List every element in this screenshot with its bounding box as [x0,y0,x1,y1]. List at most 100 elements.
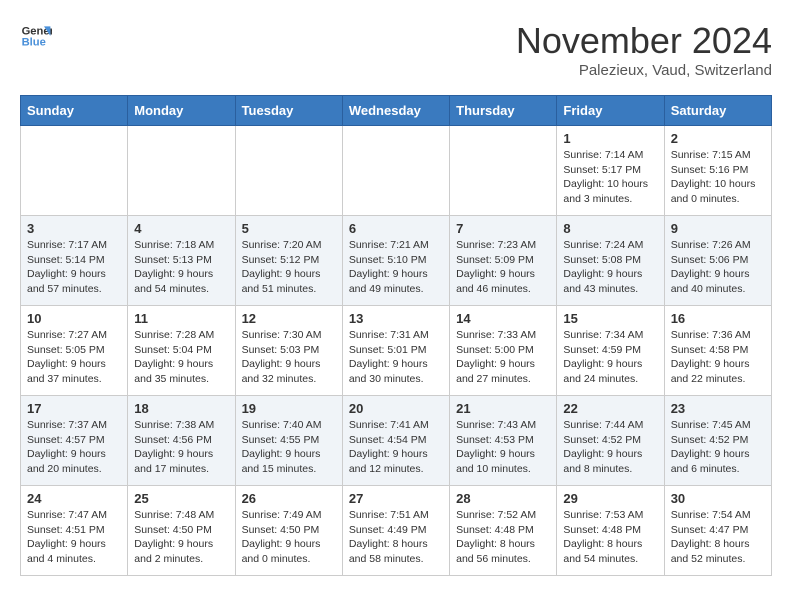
day-cell: 11 Sunrise: 7:28 AM Sunset: 5:04 PM Dayli… [128,306,235,396]
week-row-5: 24 Sunrise: 7:47 AM Sunset: 4:51 PM Dayli… [21,486,772,576]
day-info: Sunrise: 7:47 AM Sunset: 4:51 PM Dayligh… [27,508,121,567]
day-cell [128,126,235,216]
day-info: Sunrise: 7:24 AM Sunset: 5:08 PM Dayligh… [563,238,657,297]
day-info: Sunrise: 7:48 AM Sunset: 4:50 PM Dayligh… [134,508,228,567]
day-number: 23 [671,401,765,416]
title-area: November 2024 Palezieux, Vaud, Switzerla… [516,20,772,79]
header: General Blue November 2024 Palezieux, Va… [20,20,772,79]
day-cell: 12 Sunrise: 7:30 AM Sunset: 5:03 PM Dayli… [235,306,342,396]
day-number: 10 [27,311,121,326]
day-info: Sunrise: 7:45 AM Sunset: 4:52 PM Dayligh… [671,418,765,477]
day-info: Sunrise: 7:43 AM Sunset: 4:53 PM Dayligh… [456,418,550,477]
header-cell-monday: Monday [128,96,235,126]
day-cell: 18 Sunrise: 7:38 AM Sunset: 4:56 PM Dayli… [128,396,235,486]
week-row-2: 3 Sunrise: 7:17 AM Sunset: 5:14 PM Daylig… [21,216,772,306]
day-cell: 19Sunrise: 7:40 AM Sunset: 4:55 PM Dayli… [235,396,342,486]
day-number: 2 [671,131,765,146]
day-number: 12 [242,311,336,326]
header-cell-friday: Friday [557,96,664,126]
day-number: 30 [671,491,765,506]
day-cell: 7 Sunrise: 7:23 AM Sunset: 5:09 PM Daylig… [450,216,557,306]
day-cell: 5 Sunrise: 7:20 AM Sunset: 5:12 PM Daylig… [235,216,342,306]
day-info: Sunrise: 7:37 AM Sunset: 4:57 PM Dayligh… [27,418,121,477]
day-cell: 20 Sunrise: 7:41 AM Sunset: 4:54 PM Dayli… [342,396,449,486]
day-cell: 6 Sunrise: 7:21 AM Sunset: 5:10 PM Daylig… [342,216,449,306]
month-title: November 2024 [516,20,772,62]
day-number: 29 [563,491,657,506]
day-number: 20 [349,401,443,416]
day-cell: 25 Sunrise: 7:48 AM Sunset: 4:50 PM Dayli… [128,486,235,576]
day-cell: 21 Sunrise: 7:43 AM Sunset: 4:53 PM Dayli… [450,396,557,486]
logo-icon: General Blue [20,20,52,52]
header-cell-tuesday: Tuesday [235,96,342,126]
day-info: Sunrise: 7:30 AM Sunset: 5:03 PM Dayligh… [242,328,336,387]
day-cell: 3 Sunrise: 7:17 AM Sunset: 5:14 PM Daylig… [21,216,128,306]
header-cell-wednesday: Wednesday [342,96,449,126]
day-info: Sunrise: 7:20 AM Sunset: 5:12 PM Dayligh… [242,238,336,297]
day-cell: 10Sunrise: 7:27 AM Sunset: 5:05 PM Dayli… [21,306,128,396]
day-info: Sunrise: 7:23 AM Sunset: 5:09 PM Dayligh… [456,238,550,297]
calendar-table: SundayMondayTuesdayWednesdayThursdayFrid… [20,95,772,576]
day-number: 13 [349,311,443,326]
day-number: 9 [671,221,765,236]
day-info: Sunrise: 7:21 AM Sunset: 5:10 PM Dayligh… [349,238,443,297]
day-number: 1 [563,131,657,146]
day-cell: 27Sunrise: 7:51 AM Sunset: 4:49 PM Dayli… [342,486,449,576]
day-number: 14 [456,311,550,326]
header-cell-thursday: Thursday [450,96,557,126]
day-number: 17 [27,401,121,416]
svg-text:Blue: Blue [22,37,46,49]
day-cell: 17 Sunrise: 7:37 AM Sunset: 4:57 PM Dayli… [21,396,128,486]
day-number: 19 [242,401,336,416]
day-number: 11 [134,311,228,326]
day-number: 3 [27,221,121,236]
location: Palezieux, Vaud, Switzerland [516,62,772,79]
day-info: Sunrise: 7:41 AM Sunset: 4:54 PM Dayligh… [349,418,443,477]
header-row: SundayMondayTuesdayWednesdayThursdayFrid… [21,96,772,126]
day-number: 25 [134,491,228,506]
day-info: Sunrise: 7:53 AM Sunset: 4:48 PM Dayligh… [563,508,657,567]
day-cell: 14 Sunrise: 7:33 AM Sunset: 5:00 PM Dayli… [450,306,557,396]
day-cell: 28 Sunrise: 7:52 AM Sunset: 4:48 PM Dayli… [450,486,557,576]
day-number: 6 [349,221,443,236]
day-cell [21,126,128,216]
day-number: 22 [563,401,657,416]
day-info: Sunrise: 7:18 AM Sunset: 5:13 PM Dayligh… [134,238,228,297]
day-info: Sunrise: 7:38 AM Sunset: 4:56 PM Dayligh… [134,418,228,477]
week-row-1: 1 Sunrise: 7:14 AM Sunset: 5:17 PM Daylig… [21,126,772,216]
day-info: Sunrise: 7:36 AM Sunset: 4:58 PM Dayligh… [671,328,765,387]
day-number: 28 [456,491,550,506]
week-row-4: 17 Sunrise: 7:37 AM Sunset: 4:57 PM Dayli… [21,396,772,486]
day-cell: 2 Sunrise: 7:15 AM Sunset: 5:16 PM Daylig… [664,126,771,216]
day-cell: 16Sunrise: 7:36 AM Sunset: 4:58 PM Dayli… [664,306,771,396]
day-info: Sunrise: 7:51 AM Sunset: 4:49 PM Dayligh… [349,508,443,567]
header-cell-saturday: Saturday [664,96,771,126]
day-info: Sunrise: 7:44 AM Sunset: 4:52 PM Dayligh… [563,418,657,477]
day-number: 5 [242,221,336,236]
day-number: 24 [27,491,121,506]
day-info: Sunrise: 7:52 AM Sunset: 4:48 PM Dayligh… [456,508,550,567]
day-cell: 4Sunrise: 7:18 AM Sunset: 5:13 PM Daylig… [128,216,235,306]
day-info: Sunrise: 7:26 AM Sunset: 5:06 PM Dayligh… [671,238,765,297]
day-cell: 1 Sunrise: 7:14 AM Sunset: 5:17 PM Daylig… [557,126,664,216]
logo: General Blue [20,20,52,52]
day-info: Sunrise: 7:54 AM Sunset: 4:47 PM Dayligh… [671,508,765,567]
day-cell [342,126,449,216]
day-info: Sunrise: 7:33 AM Sunset: 5:00 PM Dayligh… [456,328,550,387]
day-cell: 23 Sunrise: 7:45 AM Sunset: 4:52 PM Dayli… [664,396,771,486]
day-info: Sunrise: 7:15 AM Sunset: 5:16 PM Dayligh… [671,148,765,207]
day-cell [450,126,557,216]
day-cell: 13Sunrise: 7:31 AM Sunset: 5:01 PM Dayli… [342,306,449,396]
day-number: 18 [134,401,228,416]
day-info: Sunrise: 7:17 AM Sunset: 5:14 PM Dayligh… [27,238,121,297]
day-info: Sunrise: 7:34 AM Sunset: 4:59 PM Dayligh… [563,328,657,387]
day-info: Sunrise: 7:14 AM Sunset: 5:17 PM Dayligh… [563,148,657,207]
day-number: 7 [456,221,550,236]
day-info: Sunrise: 7:28 AM Sunset: 5:04 PM Dayligh… [134,328,228,387]
week-row-3: 10Sunrise: 7:27 AM Sunset: 5:05 PM Dayli… [21,306,772,396]
day-info: Sunrise: 7:49 AM Sunset: 4:50 PM Dayligh… [242,508,336,567]
header-cell-sunday: Sunday [21,96,128,126]
day-number: 21 [456,401,550,416]
day-number: 8 [563,221,657,236]
day-cell: 26Sunrise: 7:49 AM Sunset: 4:50 PM Dayli… [235,486,342,576]
